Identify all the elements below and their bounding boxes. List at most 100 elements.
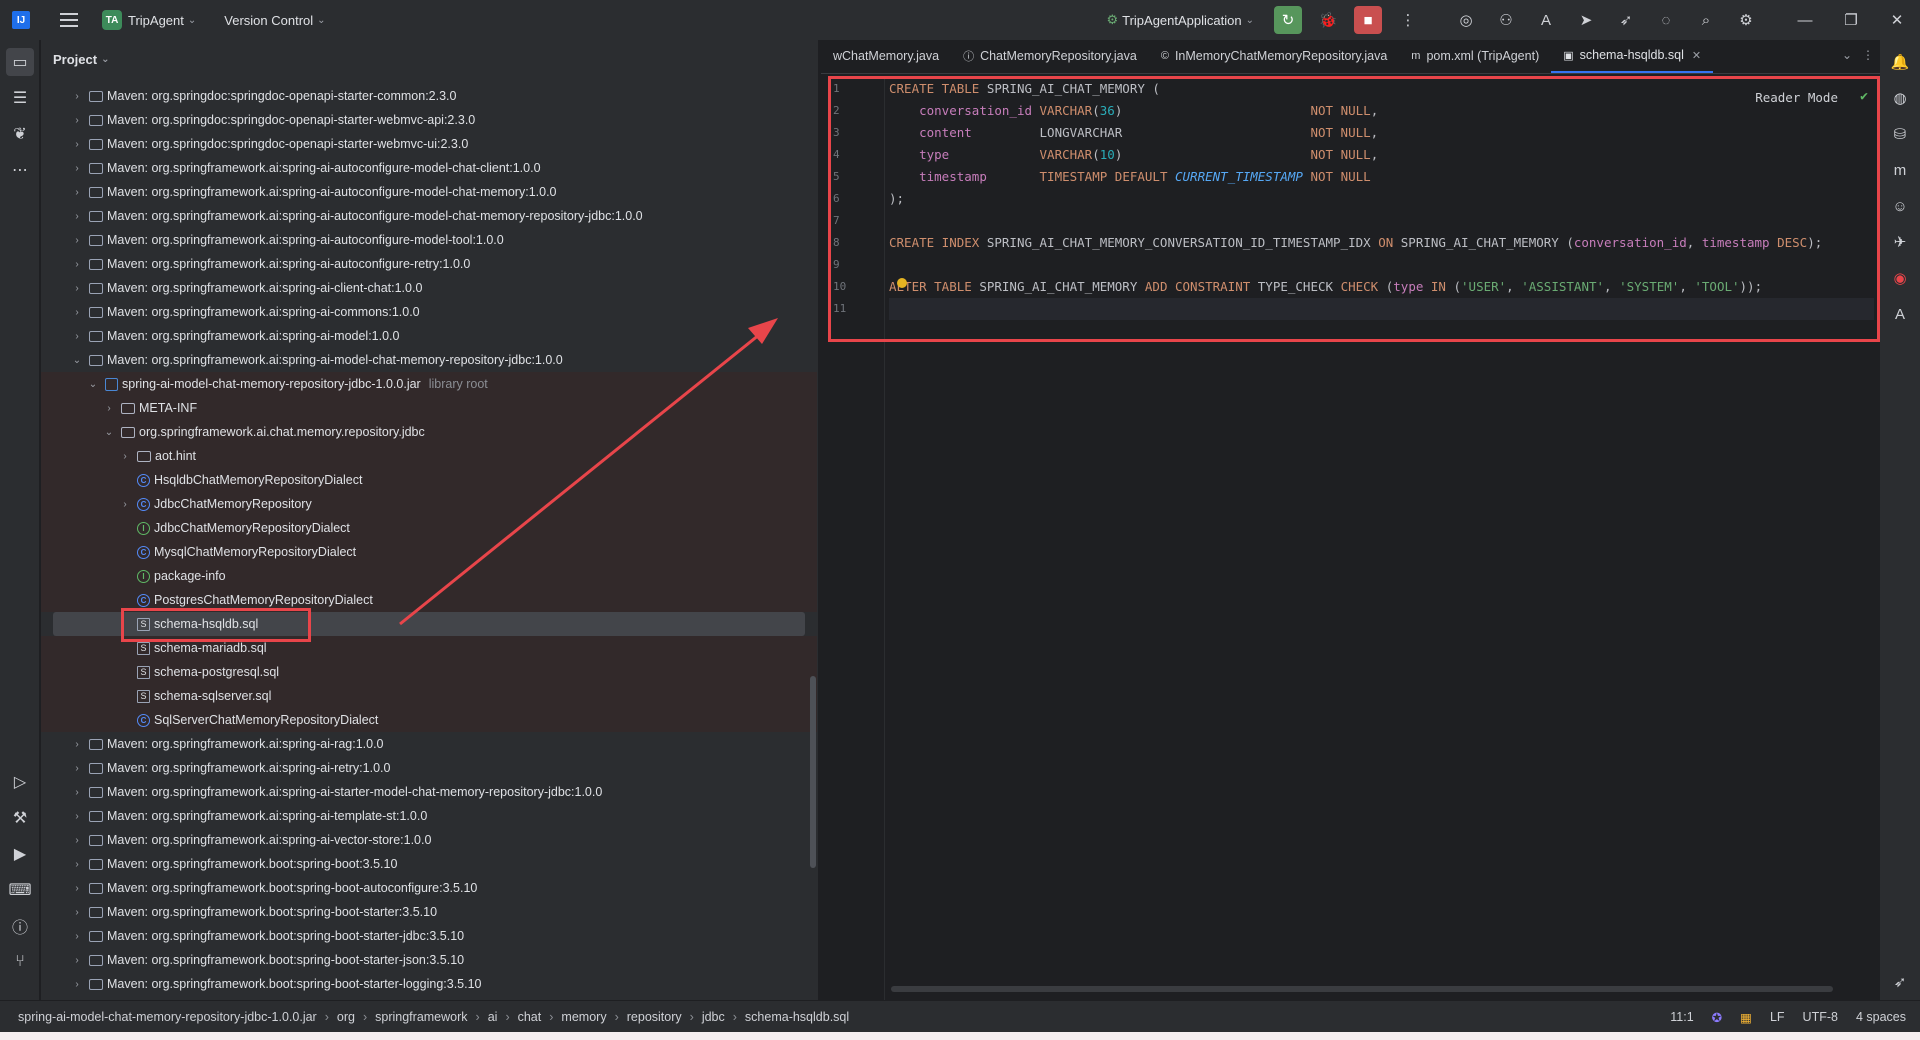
tree-row[interactable]: › Maven: org.springframework.ai:spring-ai… (41, 324, 817, 348)
tree-row[interactable]: ⌄ Maven: org.springframework.ai:spring-ai… (41, 348, 817, 372)
editor-tab[interactable]: © InMemoryChatMemoryRepository.java (1149, 40, 1399, 73)
breadcrumb-item[interactable]: ai (488, 1010, 498, 1024)
chevron-right-icon[interactable]: › (69, 835, 85, 846)
deploy-icon[interactable]: ➤ (1572, 6, 1600, 34)
project-badge[interactable]: TA (102, 10, 122, 30)
chevron-right-icon[interactable]: › (69, 859, 85, 870)
chevron-right-icon[interactable]: › (69, 139, 85, 150)
run-configuration-selector[interactable]: ⚙ TripAgentApplication ⌄ (1106, 12, 1254, 28)
line-separator[interactable]: LF (1770, 1010, 1785, 1024)
main-menu-icon[interactable] (60, 13, 78, 27)
stop-button[interactable]: ■ (1354, 6, 1382, 34)
build-tool-icon[interactable]: ⚒ (6, 804, 34, 832)
chevron-right-icon[interactable]: › (101, 403, 117, 414)
tab-list-icon[interactable]: ⌄ ⋮ (1842, 48, 1874, 62)
disabled-plugin-icon[interactable]: ◌ (1652, 6, 1680, 34)
chevron-right-icon[interactable]: › (117, 451, 133, 462)
breadcrumb-item[interactable]: spring-ai-model-chat-memory-repository-j… (18, 1010, 317, 1024)
tree-row[interactable]: › Maven: org.springframework.ai:spring-ai… (41, 756, 817, 780)
chevron-right-icon[interactable]: › (69, 115, 85, 126)
debug-icon[interactable]: 🐞 (1314, 6, 1342, 34)
chevron-right-icon[interactable]: › (69, 811, 85, 822)
services-tool-icon[interactable]: ▶ (6, 840, 34, 868)
breadcrumb-item[interactable]: jdbc (702, 1010, 725, 1024)
tree-row[interactable]: C HsqldbChatMemoryRepositoryDialect (41, 468, 817, 492)
chevron-down-icon[interactable]: ⌄ (188, 15, 196, 26)
maven-icon[interactable]: m (1886, 156, 1914, 184)
restore-button[interactable]: ❐ (1828, 11, 1874, 29)
rerun-button[interactable]: ↻ (1274, 6, 1302, 34)
structure-tool-icon[interactable]: ☰ (6, 84, 34, 112)
editor-horizontal-scrollbar[interactable] (891, 986, 1833, 992)
run-tool-icon[interactable]: ▷ (6, 768, 34, 796)
indent-setting[interactable]: 4 spaces (1856, 1010, 1906, 1024)
editor-tab[interactable]: m pom.xml (TripAgent) (1399, 40, 1551, 73)
tree-row[interactable]: › Maven: org.springframework.ai:spring-ai… (41, 180, 817, 204)
tree-row[interactable]: › C JdbcChatMemoryRepository (41, 492, 817, 516)
breadcrumb-item[interactable]: repository (627, 1010, 682, 1024)
tree-row[interactable]: C MysqlChatMemoryRepositoryDialect (41, 540, 817, 564)
tree-row[interactable]: › aot.hint (41, 444, 817, 468)
tree-row[interactable]: › META-INF (41, 396, 817, 420)
project-scrollbar[interactable] (810, 676, 816, 868)
add-user-icon[interactable]: ⚇ (1492, 6, 1520, 34)
tree-row[interactable]: › Maven: org.springframework.ai:spring-ai… (41, 780, 817, 804)
ai-chat-icon[interactable]: ◍ (1886, 84, 1914, 112)
tree-row[interactable]: ⌄ org.springframework.ai.chat.memory.repo… (41, 420, 817, 444)
breadcrumb-item[interactable]: memory (561, 1010, 606, 1024)
tree-row[interactable]: ⌄ spring-ai-model-chat-memory-repository-… (41, 372, 817, 396)
settings-icon[interactable]: ⚙ (1732, 6, 1760, 34)
tree-row[interactable]: I JdbcChatMemoryRepositoryDialect (41, 516, 817, 540)
tree-row[interactable]: › Maven: org.springframework.ai:spring-ai… (41, 804, 817, 828)
ai-assistant-icon[interactable]: ◎ (1452, 6, 1480, 34)
terminal-tool-icon[interactable]: ⌨ (6, 876, 34, 904)
tree-row[interactable]: Sschema-sqlserver.sql (41, 684, 817, 708)
more-tools-icon[interactable]: ⋯ (6, 156, 34, 184)
database-icon[interactable]: ⛁ (1886, 120, 1914, 148)
chevron-right-icon[interactable]: › (69, 739, 85, 750)
breadcrumb-item[interactable]: chat (518, 1010, 542, 1024)
chevron-down-icon[interactable]: ⌄ (101, 54, 109, 65)
chevron-right-icon[interactable]: › (69, 931, 85, 942)
chevron-right-icon[interactable]: › (69, 787, 85, 798)
translate-icon[interactable]: A (1532, 6, 1560, 34)
tree-row[interactable]: › Maven: org.springdoc:springdoc-openapi-… (41, 108, 817, 132)
chevron-right-icon[interactable]: › (69, 979, 85, 990)
project-name[interactable]: TripAgent (128, 13, 184, 28)
project-tool-icon[interactable]: ▭ (6, 48, 34, 76)
tree-row[interactable]: › Maven: org.springframework.boot:spring-… (41, 876, 817, 900)
project-panel-header[interactable]: Project ⌄ (41, 40, 818, 78)
chevron-right-icon[interactable]: › (69, 259, 85, 270)
chevron-right-icon[interactable]: › (69, 331, 85, 342)
tree-row[interactable]: › Maven: org.springdoc:springdoc-openapi-… (41, 84, 817, 108)
chevron-down-icon[interactable]: ⌄ (101, 427, 117, 438)
tree-row[interactable]: › Maven: org.springframework.ai:spring-ai… (41, 732, 817, 756)
tree-row[interactable]: › Maven: org.springframework.ai:spring-ai… (41, 276, 817, 300)
tree-row[interactable]: › Maven: org.springframework.ai:spring-ai… (41, 156, 817, 180)
chevron-right-icon[interactable]: › (69, 163, 85, 174)
rocket-icon[interactable]: ➶ (1612, 6, 1640, 34)
tree-row[interactable]: › Maven: org.springframework.ai:spring-ai… (41, 300, 817, 324)
tree-row[interactable]: Ipackage-info (41, 564, 817, 588)
breadcrumb-item[interactable]: org (337, 1010, 355, 1024)
tree-row[interactable]: › Maven: org.springframework.ai:spring-ai… (41, 228, 817, 252)
tree-row[interactable]: › Maven: org.springframework.ai:spring-ai… (41, 204, 817, 228)
chevron-right-icon[interactable]: › (69, 235, 85, 246)
version-control-menu[interactable]: Version Control (224, 13, 313, 28)
chevron-right-icon[interactable]: › (69, 283, 85, 294)
plugin-icon[interactable]: ✈ (1886, 228, 1914, 256)
close-tab-icon[interactable]: ✕ (1692, 49, 1701, 62)
git-tool-icon[interactable]: ⑂ (6, 948, 34, 976)
chevron-right-icon[interactable]: › (117, 499, 133, 510)
close-button[interactable]: ✕ (1874, 11, 1920, 29)
editor-tab[interactable]: ▣ schema-hsqldb.sql ✕ (1551, 40, 1714, 73)
tree-row[interactable]: › Maven: org.springframework.ai:spring-ai… (41, 828, 817, 852)
translate-panel-icon[interactable]: A (1886, 300, 1914, 328)
chevron-right-icon[interactable]: › (69, 91, 85, 102)
chevron-right-icon[interactable]: › (69, 187, 85, 198)
chevron-right-icon[interactable]: › (69, 883, 85, 894)
tree-row[interactable]: › Maven: org.springframework.boot:spring-… (41, 924, 817, 948)
tree-row[interactable]: Sschema-postgresql.sql (41, 660, 817, 684)
editor-tab[interactable]: wChatMemory.java (821, 40, 951, 73)
minimize-button[interactable]: — (1782, 12, 1828, 29)
